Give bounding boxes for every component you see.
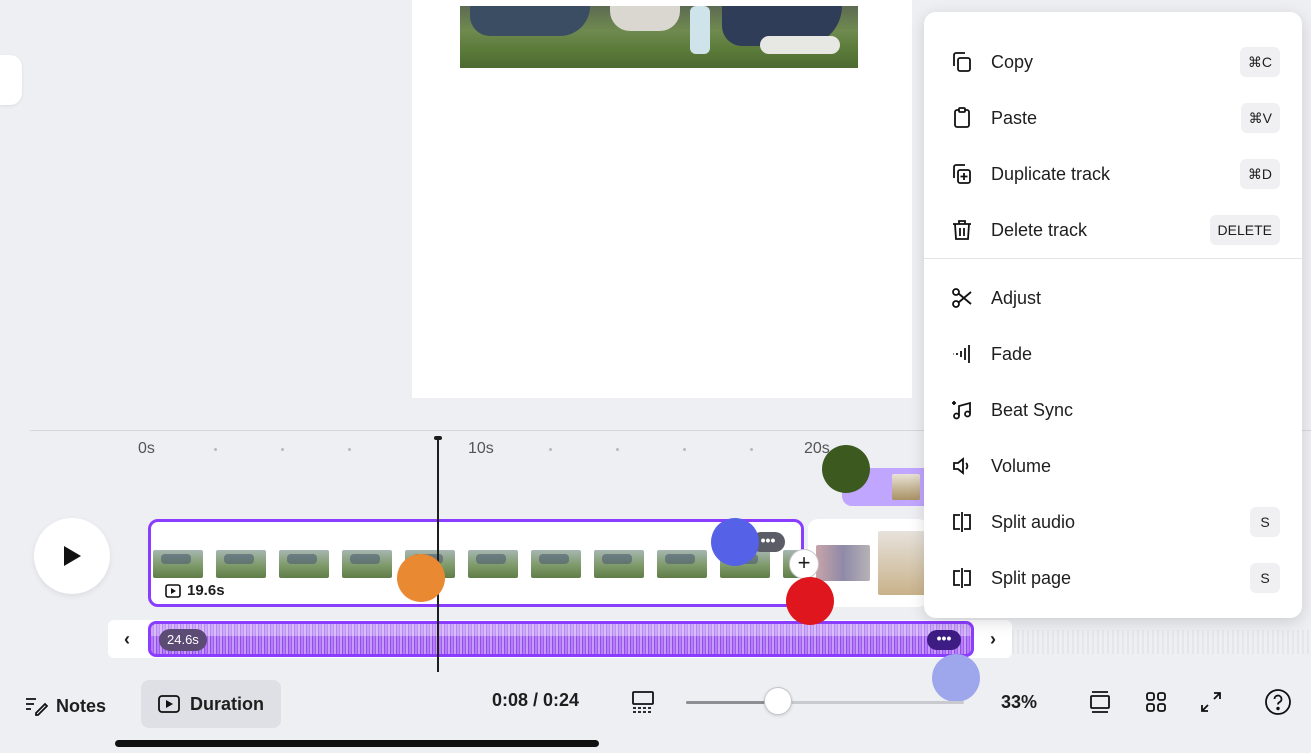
menu-item-paste[interactable]: Paste ⌘V [924,94,1302,142]
menu-item-label: Paste [991,107,1038,128]
play-icon [64,546,81,566]
audio-scroll-right-button[interactable]: › [974,620,1012,658]
context-menu: Copy ⌘C Paste ⌘V Duplicate track ⌘D Dele… [924,12,1302,618]
playback-time: 0:08 / 0:24 [492,690,580,710]
scissors-icon [948,284,976,312]
audio-duration-badge: 24.6s [159,629,207,651]
menu-item-duplicate-track[interactable]: Duplicate track ⌘D [924,150,1302,198]
video-thumbnails [153,550,801,578]
ruler-tick [549,448,552,451]
ruler-tick [616,448,619,451]
fullscreen-icon[interactable] [1197,688,1225,716]
menu-item-beat-sync[interactable]: Beat Sync [924,386,1302,434]
copy-icon [948,48,976,76]
video-track-duration: 19.6s [165,582,225,599]
duplicate-icon [948,160,976,188]
menu-item-adjust[interactable]: Adjust [924,274,1302,322]
menu-item-label: Split audio [991,511,1076,532]
marker-dot-orange [397,554,445,602]
menu-item-volume[interactable]: Volume [924,442,1302,490]
play-button[interactable] [34,518,110,594]
shortcut-badge: S [1250,507,1280,537]
ruler-label-0s: 0s [138,440,155,457]
shortcut-badge: DELETE [1209,215,1280,245]
audio-waveform [151,624,971,636]
menu-item-label: Fade [991,343,1033,364]
split-icon [948,564,976,592]
design-page[interactable] [412,0,912,398]
menu-item-label: Delete track [991,219,1088,240]
marker-dot-green [822,445,870,493]
menu-item-label: Duplicate track [991,163,1111,184]
ruler-label-10s: 10s [468,440,494,457]
audio-scroll-left-button[interactable]: ‹ [108,620,146,658]
shortcut-badge: ⌘V [1240,103,1280,133]
timeline-view-icon[interactable] [630,690,656,719]
shortcut-badge: S [1250,563,1280,593]
volume-icon [948,452,976,480]
paste-icon [948,104,976,132]
marker-dot-red [786,577,834,625]
menu-item-label: Split page [991,567,1072,588]
menu-item-delete-track[interactable]: Delete track DELETE [924,206,1302,254]
side-panel-toggle[interactable] [0,55,22,105]
menu-item-label: Adjust [991,287,1042,308]
playhead[interactable] [437,440,439,672]
add-transition-button[interactable]: + [789,549,819,579]
help-icon[interactable] [1264,688,1292,716]
fade-icon [948,340,976,368]
video-icon [165,583,181,598]
menu-item-fade[interactable]: Fade [924,330,1302,378]
zoom-slider[interactable] [686,701,964,704]
duration-button[interactable]: Duration [141,680,281,728]
menu-item-label: Copy [991,51,1034,72]
home-indicator [115,740,599,747]
ruler-tick [214,448,217,451]
trash-icon [948,216,976,244]
page-photo[interactable] [460,6,858,68]
shortcut-badge: ⌘D [1239,159,1280,189]
menu-item-copy[interactable]: Copy ⌘C [924,38,1302,86]
split-icon [948,508,976,536]
video-track[interactable]: 19.6s ••• [148,519,804,607]
ruler-tick [683,448,686,451]
next-page-thumbnail [878,531,928,595]
menu-item-split-audio[interactable]: Split audio S [924,498,1302,546]
shortcut-badge: ⌘C [1239,47,1280,77]
menu-item-split-page[interactable]: Split page S [924,554,1302,602]
ruler-tick [281,448,284,451]
beat-sync-icon [948,396,976,424]
next-page-thumbnail [816,545,870,581]
audio-waveform-overflow [1012,630,1311,654]
menu-separator [924,258,1302,259]
video-icon [158,695,180,713]
ruler-tick [750,448,753,451]
notes-button[interactable]: Notes [24,686,106,726]
audio-track[interactable]: 24.6s ••• [148,621,974,657]
zoom-percentage: 33% [1001,692,1038,712]
menu-item-label: Volume [991,455,1052,476]
notes-icon [26,698,48,716]
bottom-toolbar: Notes Duration 0:08 / 0:24 33% [0,676,1311,728]
zoom-slider-handle[interactable] [763,687,792,715]
marker-dot-blue [711,518,759,566]
pages-view-icon[interactable] [1086,688,1114,716]
audio-track-more-button[interactable]: ••• [927,630,961,650]
grid-view-icon[interactable] [1142,688,1170,716]
menu-item-label: Beat Sync [991,399,1074,420]
ruler-tick [348,448,351,451]
